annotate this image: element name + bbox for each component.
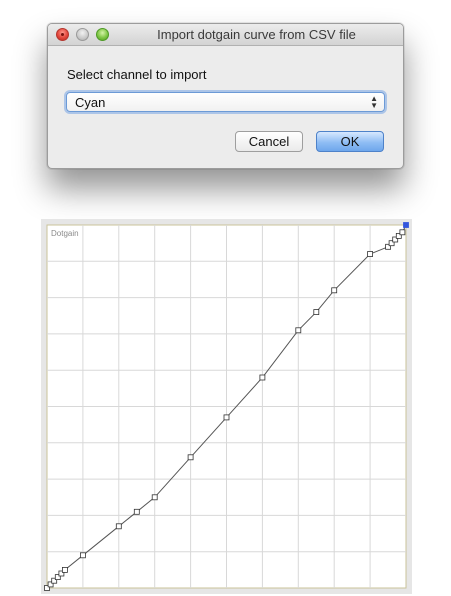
close-window-icon[interactable]	[56, 28, 69, 41]
title-bar: Import dotgain curve from CSV file	[48, 24, 403, 46]
curve-point[interactable]	[115, 523, 122, 530]
dotgain-chart-svg	[44, 222, 409, 591]
curve-point[interactable]	[80, 552, 86, 559]
curve-point[interactable]	[223, 414, 230, 421]
curve-endpoint-handle[interactable]	[403, 222, 409, 228]
channel-select[interactable]: Cyan ▲ ▼	[66, 92, 385, 112]
curve-point[interactable]	[367, 251, 374, 257]
window-title: Import dotgain curve from CSV file	[157, 27, 356, 42]
import-dialog: Import dotgain curve from CSV file Selec…	[47, 23, 404, 169]
curve-point[interactable]	[331, 287, 338, 294]
minimize-window-icon[interactable]	[76, 28, 89, 41]
curve-point[interactable]	[259, 374, 266, 381]
curve-point[interactable]	[399, 229, 406, 236]
curve-point[interactable]	[313, 309, 320, 315]
chart-title: Dotgain	[51, 229, 79, 238]
curve-point[interactable]	[61, 566, 68, 573]
cancel-button[interactable]: Cancel	[235, 131, 303, 152]
curve-point[interactable]	[187, 454, 194, 461]
curve-point[interactable]	[133, 508, 140, 515]
channel-label: Select channel to import	[67, 67, 207, 82]
curve-point[interactable]	[151, 494, 158, 501]
dotgain-chart: Dotgain	[41, 219, 412, 594]
curve-point[interactable]	[295, 327, 302, 334]
channel-select-value: Cyan	[75, 95, 106, 110]
select-arrows-icon: ▲ ▼	[370, 94, 378, 110]
ok-button[interactable]: OK	[316, 131, 384, 152]
zoom-window-icon[interactable]	[96, 28, 109, 41]
